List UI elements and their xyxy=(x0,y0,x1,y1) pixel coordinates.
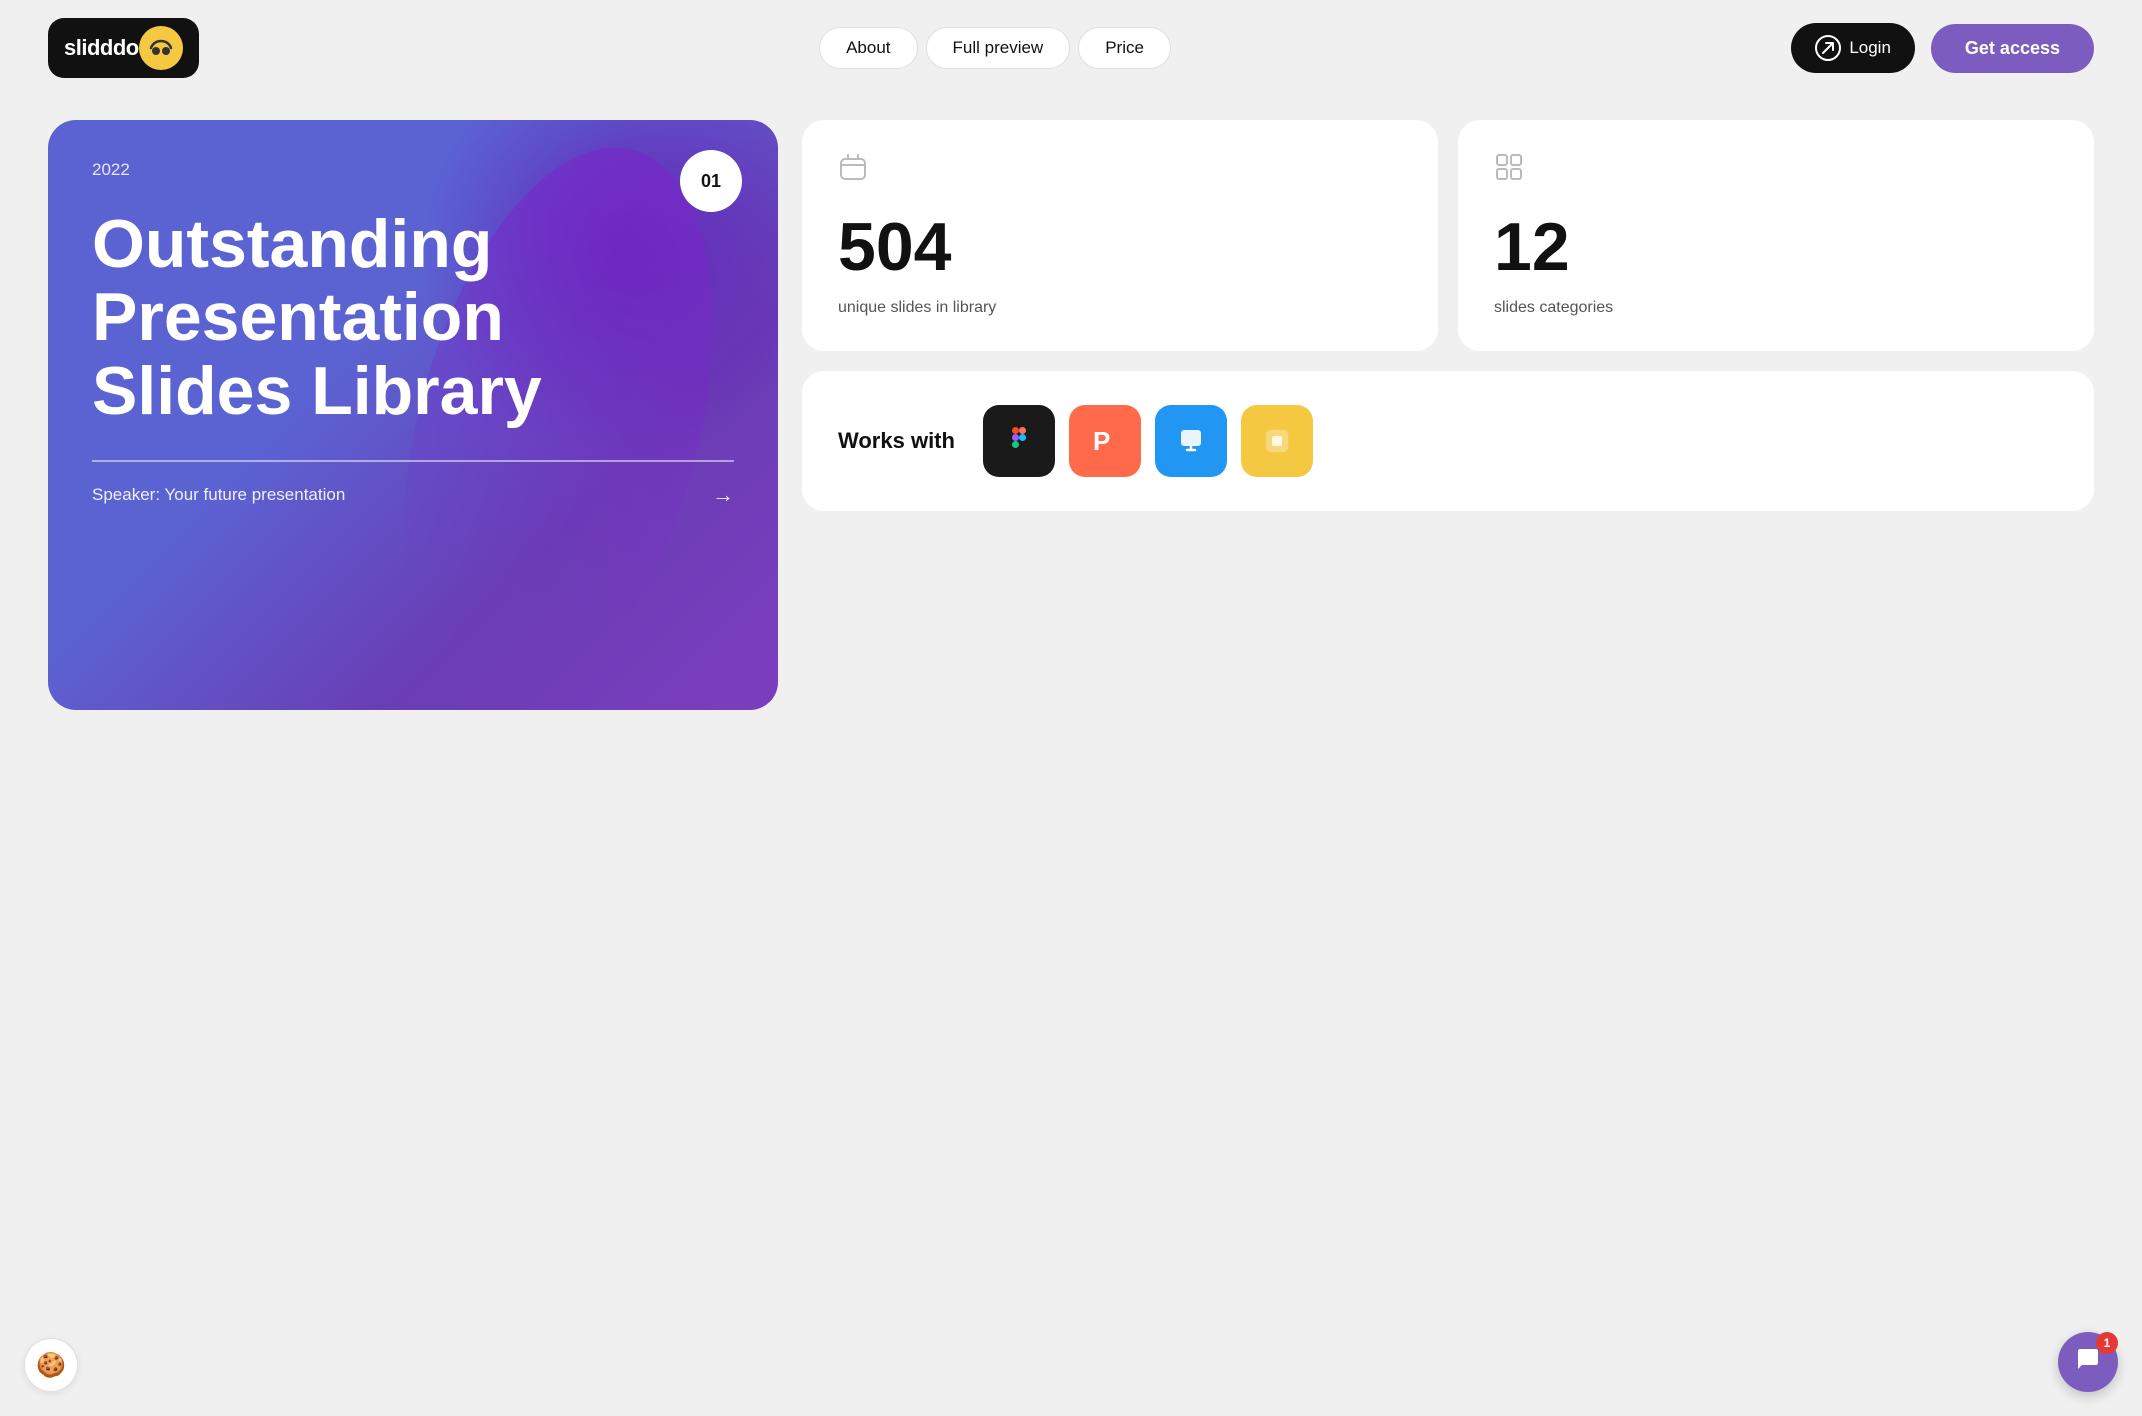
works-with-card: Works with P xyxy=(802,371,2094,511)
powerpoint-icon: P xyxy=(1069,405,1141,477)
hero-title: Outstanding Presentation Slides Library xyxy=(92,208,652,428)
categories-label: slides categories xyxy=(1494,297,2058,319)
hero-footer: Speaker: Your future presentation → xyxy=(92,482,734,508)
chat-badge: 1 xyxy=(2096,1332,2118,1354)
price-nav-button[interactable]: Price xyxy=(1078,27,1171,69)
categories-number: 12 xyxy=(1494,213,2058,281)
logo: slidddo xyxy=(48,18,199,78)
google-slides-icon xyxy=(1241,405,1313,477)
navbar: slidddo About Full preview Price Login G xyxy=(0,0,2142,96)
full-preview-nav-button[interactable]: Full preview xyxy=(926,27,1071,69)
hero-badge: 01 xyxy=(680,150,742,212)
hero-divider xyxy=(92,460,734,462)
grid-icon xyxy=(1494,152,2058,189)
login-arrow-icon xyxy=(1815,35,1841,61)
cookie-button[interactable]: 🍪 xyxy=(24,1338,78,1392)
right-col: 504 unique slides in library 12 slides c… xyxy=(802,120,2094,511)
calendar-icon xyxy=(838,152,1402,189)
svg-text:P: P xyxy=(1093,426,1110,456)
hero-speaker: Speaker: Your future presentation xyxy=(92,485,345,505)
hero-arrow-icon: → xyxy=(712,482,734,508)
stats-row: 504 unique slides in library 12 slides c… xyxy=(802,120,2094,351)
about-nav-button[interactable]: About xyxy=(819,27,917,69)
categories-card: 12 slides categories xyxy=(1458,120,2094,351)
logo-text-bg: slidddo xyxy=(48,18,199,78)
get-access-button[interactable]: Get access xyxy=(1931,24,2094,73)
main-content: 2022 01 Outstanding Presentation Slides … xyxy=(0,96,2142,750)
chat-button[interactable]: 1 xyxy=(2058,1332,2118,1392)
login-button[interactable]: Login xyxy=(1791,23,1915,73)
unique-slides-number: 504 xyxy=(838,213,1402,281)
hero-year: 2022 xyxy=(92,160,734,180)
nav-right: Login Get access xyxy=(1791,23,2094,73)
nav-left: slidddo xyxy=(48,18,199,78)
keynote-icon xyxy=(1155,405,1227,477)
hero-card: 2022 01 Outstanding Presentation Slides … xyxy=(48,120,778,710)
login-label: Login xyxy=(1849,38,1891,58)
works-with-label: Works with xyxy=(838,428,955,454)
cookie-icon: 🍪 xyxy=(36,1351,66,1380)
nav-center: About Full preview Price xyxy=(819,27,1171,69)
figma-icon xyxy=(983,405,1055,477)
unique-slides-card: 504 unique slides in library xyxy=(802,120,1438,351)
logo-text: slidddo xyxy=(64,35,139,61)
logo-emoji xyxy=(139,26,183,70)
app-icons: P xyxy=(983,405,1313,477)
unique-slides-label: unique slides in library xyxy=(838,297,1402,319)
